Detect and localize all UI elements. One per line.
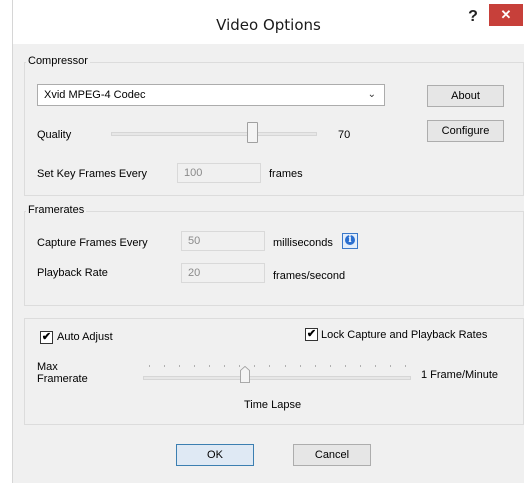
framerate-slider-right-label: 1 Frame/Minute [421, 369, 499, 381]
info-icon[interactable]: i [342, 233, 358, 249]
slider-tick [179, 365, 181, 367]
chevron-down-icon: ⌄ [367, 89, 376, 100]
quality-value: 70 [338, 129, 351, 141]
slider-tick [389, 365, 391, 367]
configure-button[interactable]: Configure [427, 120, 504, 142]
framerates-group [24, 211, 524, 306]
slider-tick [359, 365, 361, 367]
playback-unit: frames/second [273, 270, 346, 282]
ok-button[interactable]: OK [176, 444, 254, 466]
keyframes-input[interactable]: 100 [177, 163, 261, 183]
help-button[interactable]: ? [461, 6, 485, 28]
lock-rates-label[interactable]: Lock Capture and Playback Rates [321, 329, 487, 341]
slider-tick [344, 365, 346, 367]
slider-tick [164, 365, 166, 367]
playback-input[interactable]: 20 [181, 263, 265, 283]
framerate-slider-thumb[interactable] [240, 366, 250, 383]
framerates-group-label: Framerates [26, 204, 87, 216]
codec-selected-value: Xvid MPEG-4 Codec [44, 89, 146, 101]
slider-tick [405, 365, 406, 367]
video-options-dialog: Video Options ? ✕ Compressor Xvid MPEG-4… [12, 0, 524, 483]
auto-adjust-label[interactable]: Auto Adjust [57, 331, 113, 343]
quality-slider-thumb[interactable] [247, 122, 258, 143]
keyframes-label: Set Key Frames Every [37, 168, 148, 180]
lock-rates-checkbox[interactable]: ✔ [305, 328, 318, 341]
close-button[interactable]: ✕ [489, 4, 523, 26]
quality-label: Quality [37, 129, 72, 141]
cancel-button[interactable]: Cancel [293, 444, 371, 466]
slider-tick [269, 365, 271, 367]
slider-tick [329, 365, 331, 367]
capture-unit: milliseconds [273, 237, 333, 249]
slider-tick [254, 365, 256, 367]
quality-slider-track[interactable] [111, 132, 317, 136]
framerate-slider-track[interactable] [143, 376, 411, 380]
framerate-slider-bottom-label: Time Lapse [244, 399, 302, 411]
slider-tick [224, 365, 226, 367]
capture-label: Capture Frames Every [37, 237, 148, 249]
max-framerate-label-line2: Framerate [37, 373, 88, 385]
slider-tick [284, 365, 286, 367]
auto-adjust-checkbox[interactable]: ✔ [40, 331, 53, 344]
codec-select[interactable]: Xvid MPEG-4 Codec ⌄ [37, 84, 385, 106]
max-framerate-label-line1: Max [37, 361, 58, 373]
title-bar: Video Options ? ✕ [13, 0, 524, 44]
keyframes-unit: frames [269, 168, 303, 180]
slider-tick [299, 365, 301, 367]
slider-tick [374, 365, 376, 367]
capture-input[interactable]: 50 [181, 231, 265, 251]
compressor-group-label: Compressor [26, 55, 90, 67]
slider-tick [314, 365, 316, 367]
dialog-title: Video Options [216, 16, 321, 34]
playback-label: Playback Rate [37, 267, 108, 279]
about-button[interactable]: About [427, 85, 504, 107]
slider-tick [149, 365, 150, 367]
slider-tick [209, 365, 211, 367]
slider-tick [194, 365, 196, 367]
